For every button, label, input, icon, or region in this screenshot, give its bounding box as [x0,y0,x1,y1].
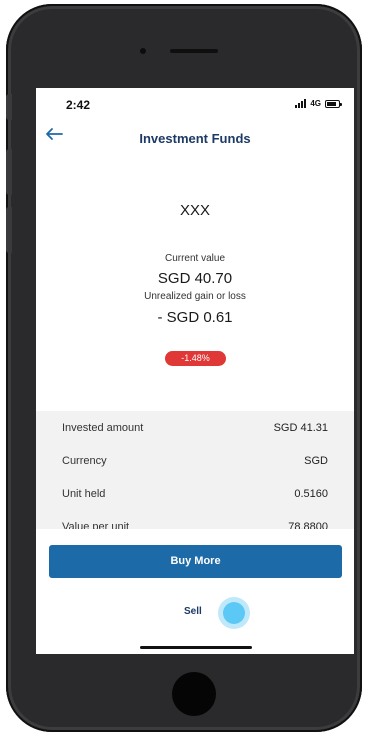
detail-value: 78.8800 [288,520,328,530]
phone-frame: 2:42 4G Investment Funds XXX Current val… [6,4,362,732]
buy-more-button[interactable]: Buy More [49,545,342,578]
battery-icon [325,99,342,108]
detail-value: SGD 41.31 [273,421,328,434]
detail-row-invested-amount: Invested amount SGD 41.31 [36,411,354,444]
fund-name: XXX [179,202,210,219]
unrealized-gain-loss-value: - SGD 0.61 [157,309,233,326]
network-type: 4G [310,99,321,108]
unrealized-gain-loss-label: Unrealized gain or loss [144,291,246,302]
earpiece-speaker [170,49,218,53]
front-camera [140,48,146,54]
signal-icon [295,99,307,108]
current-value-label: Current value [164,253,226,264]
sell-button[interactable]: Sell [184,606,202,617]
detail-row-value-per-unit: Value per unit 78.8800 [36,510,354,530]
volume-up-button [6,149,12,195]
detail-row-currency: Currency SGD [36,444,354,477]
home-indicator [140,646,252,649]
volume-down-button [6,207,12,253]
page-title: Investment Funds [139,131,251,146]
touch-indicator [218,597,250,629]
detail-label: Value per unit [62,520,130,530]
status-indicators: 4G [295,99,342,108]
mute-switch [6,94,12,120]
detail-row-unit-held: Unit held 0.5160 [36,477,354,510]
detail-value: SGD [304,454,328,467]
app-screen: 2:42 4G Investment Funds XXX Current val… [36,88,354,654]
detail-label: Unit held [62,487,106,500]
fund-details-list: Invested amount SGD 41.31 Currency SGD U… [36,411,354,529]
detail-value: 0.5160 [294,487,328,500]
current-value: SGD 40.70 [157,270,233,287]
home-button[interactable] [172,672,216,716]
detail-label: Currency [62,454,107,467]
change-percent-badge: -1.48% [165,351,226,366]
status-time: 2:42 [66,98,91,112]
detail-label: Invested amount [62,421,144,434]
